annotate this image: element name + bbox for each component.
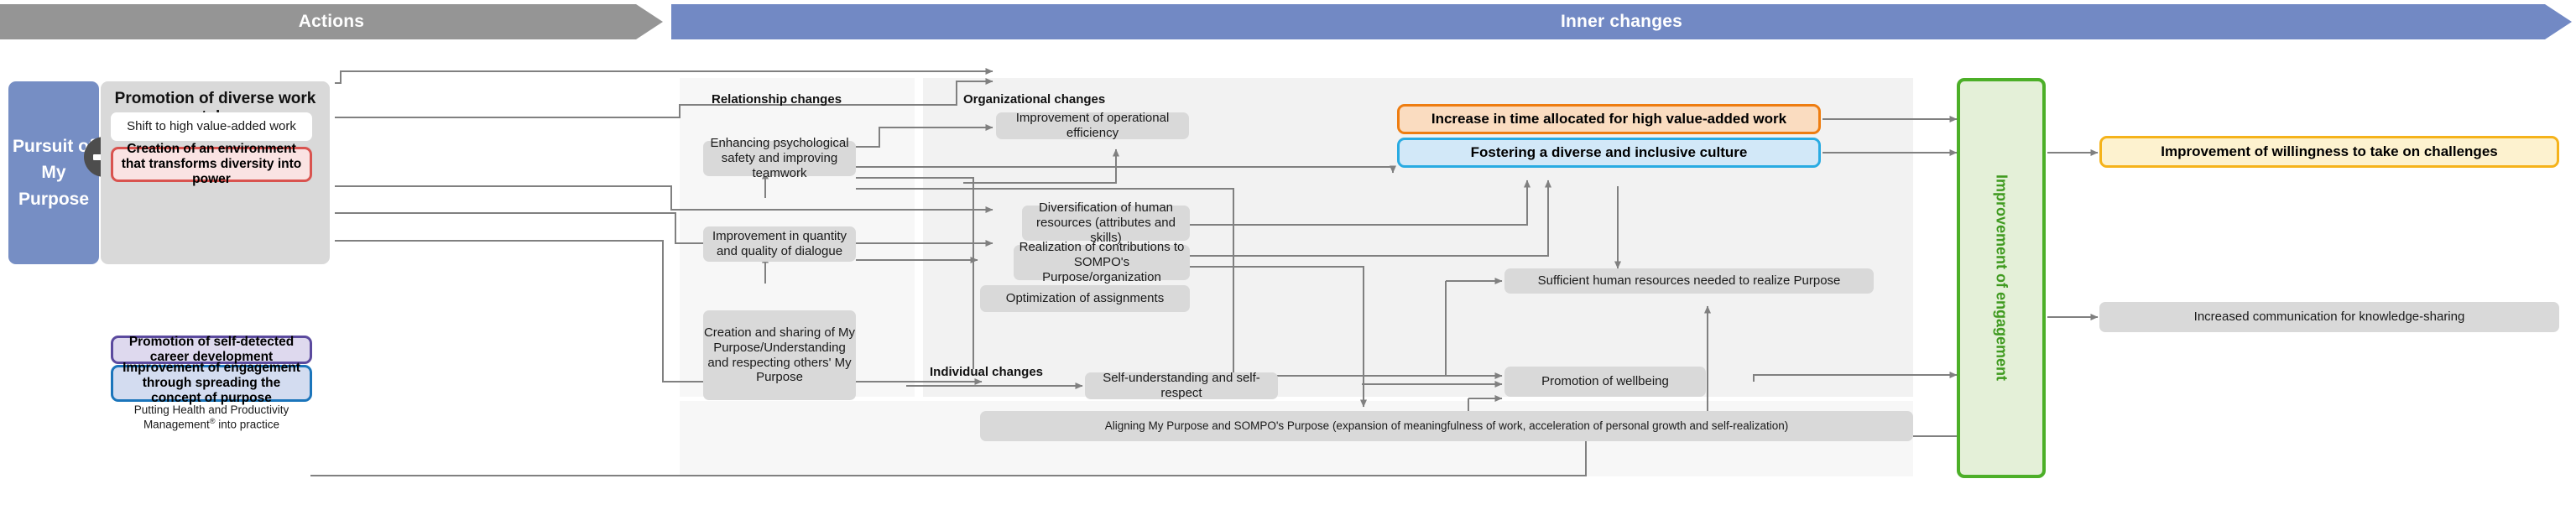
node-diversification-human-resources[interactable]: Diversification of human resources (attr… — [1022, 200, 1190, 245]
improvement-of-engagement-label: Improvement of engagement — [1993, 174, 2010, 382]
relationship-changes-heading: Relationship changes — [712, 92, 842, 107]
node-realization-contributions[interactable]: Realization of contributions to SOMPO's … — [1014, 240, 1190, 284]
action-shift-high-value[interactable]: Shift to high value-added work — [111, 112, 312, 141]
node-dialogue-quantity-quality[interactable]: Improvement in quantity and quality of d… — [703, 226, 856, 262]
action-health-productivity-management[interactable]: Putting Health and Productivity Manageme… — [111, 403, 312, 431]
node-psychological-safety[interactable]: Enhancing psychological safety and impro… — [703, 136, 856, 180]
actions-banner-label: Actions — [298, 12, 365, 31]
organizational-changes-heading: Organizational changes — [963, 92, 1106, 107]
action-create-diversity-environment[interactable]: Creation of an environment that transfor… — [111, 142, 312, 186]
node-self-understanding[interactable]: Self-understanding and self-respect — [1085, 371, 1278, 400]
inner-changes-banner: Inner changes — [671, 4, 2572, 39]
diagram-canvas: Actions Inner changes Pursuit of My Purp… — [0, 0, 2576, 510]
node-increased-communication-knowledge-sharing[interactable]: Increased communication for knowledge-sh… — [2099, 302, 2559, 332]
node-operational-efficiency[interactable]: Improvement of operational efficiency — [996, 111, 1189, 140]
node-improvement-of-engagement[interactable]: Improvement of engagement — [1957, 78, 2046, 478]
node-increase-time-high-value-work[interactable]: Increase in time allocated for high valu… — [1397, 104, 1821, 134]
action-engagement-purpose-concept[interactable]: Improvement of engagement through spread… — [111, 361, 312, 405]
node-optimization-assignments[interactable]: Optimization of assignments — [980, 285, 1190, 312]
node-creation-sharing-my-purpose[interactable]: Creation and sharing of My Purpose/Under… — [703, 310, 856, 400]
pursuit-of-my-purpose-card: Pursuit of My Purpose — [8, 81, 99, 264]
node-sufficient-human-resources[interactable]: Sufficient human resources needed to rea… — [1504, 268, 1874, 294]
node-aligning-my-purpose[interactable]: Aligning My Purpose and SOMPO's Purpose … — [980, 411, 1913, 441]
inner-changes-banner-label: Inner changes — [1561, 12, 1682, 31]
purpose-line-2: My Purpose — [18, 163, 90, 209]
actions-banner: Actions — [0, 4, 663, 39]
node-promotion-wellbeing[interactable]: Promotion of wellbeing — [1504, 367, 1706, 397]
node-fostering-diverse-inclusive-culture[interactable]: Fostering a diverse and inclusive cultur… — [1397, 138, 1821, 168]
action-health-productivity-management-label: Putting Health and Productivity Manageme… — [133, 403, 289, 431]
individual-changes-heading: Individual changes — [930, 365, 1044, 379]
node-improvement-willingness-challenges[interactable]: Improvement of willingness to take on ch… — [2099, 136, 2559, 168]
